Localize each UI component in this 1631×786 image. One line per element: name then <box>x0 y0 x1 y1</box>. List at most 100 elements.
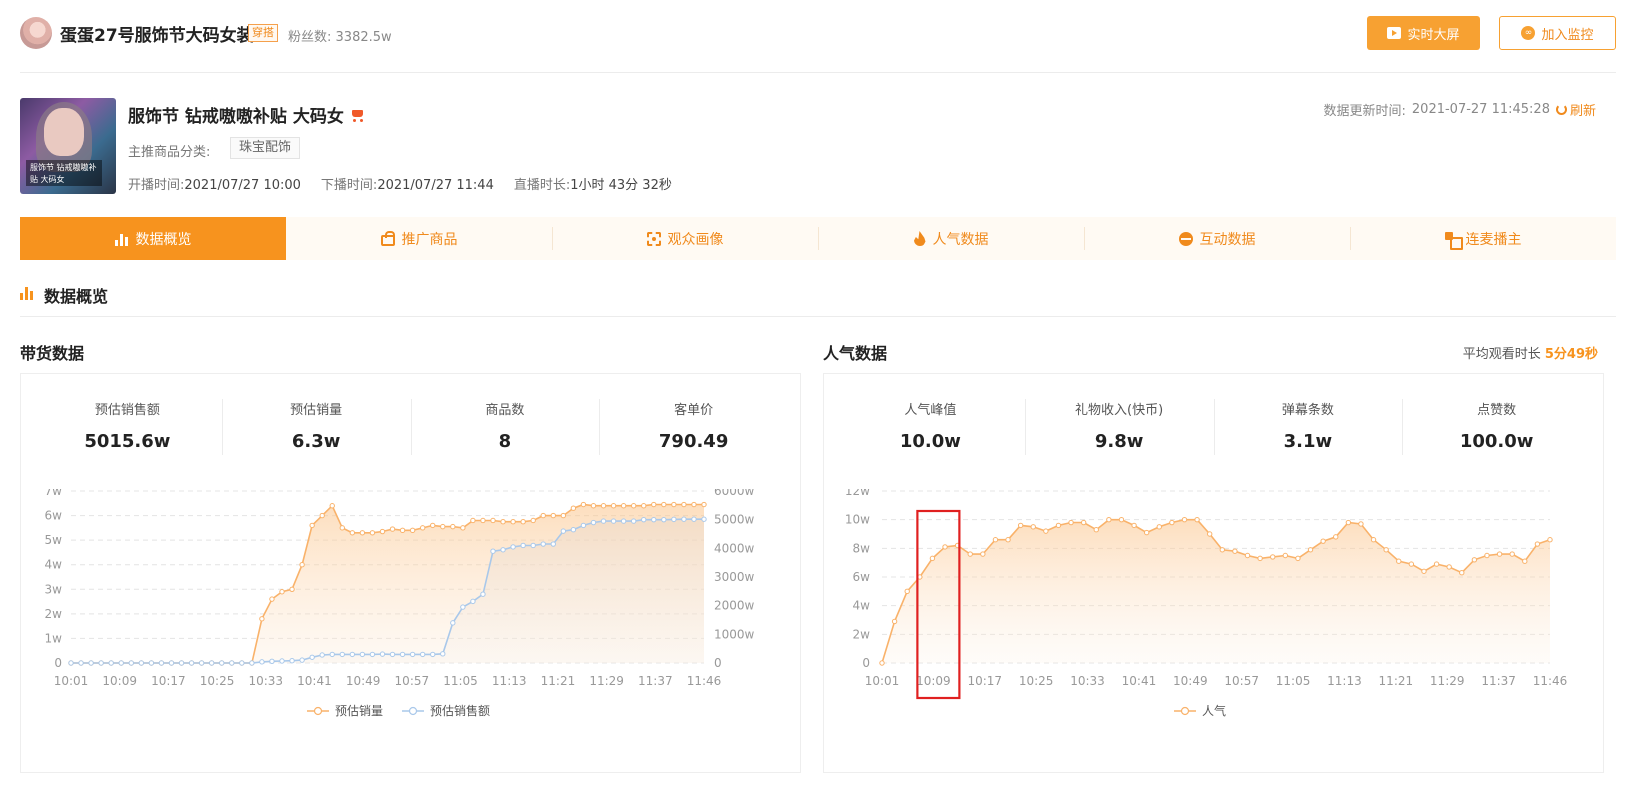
y-tick-right: 5000w <box>714 513 755 527</box>
series-popularity-point <box>1169 519 1175 526</box>
series-popularity-point <box>1383 547 1389 553</box>
live-cover-image[interactable]: 服饰节 钻戒嗷嗷补贴 大码女 <box>20 98 116 194</box>
tab-audience[interactable]: 观众画像 <box>552 217 818 260</box>
series-sales-volume-point <box>349 530 356 536</box>
update-value: 2021-07-27 11:45:28 <box>1411 102 1550 117</box>
avatar[interactable] <box>20 17 52 49</box>
series-sales-amount-point <box>229 660 235 666</box>
series-sales-amount-point <box>500 547 506 553</box>
series-sales-volume-point <box>570 505 577 511</box>
series-sales-volume-point <box>590 503 597 509</box>
series-sales-amount-point <box>108 660 114 666</box>
stat-label: 礼物收入(快币) <box>1075 403 1164 418</box>
tv-play-icon <box>1387 27 1402 39</box>
series-popularity-point <box>1181 516 1188 523</box>
avg-watch-time: 平均观看时长 5分49秒 <box>1463 343 1598 362</box>
bar-chart-icon <box>114 232 129 246</box>
series-sales-amount-point <box>460 604 466 610</box>
series-sales-volume-point <box>661 501 667 508</box>
popularity-stats: 人气峰值 10.0w 礼物收入(快币) 9.8w 弹幕条数 3.1w 点赞数 1… <box>824 397 1603 457</box>
cover-caption: 服饰节 钻戒嗷嗷补贴 大码女 <box>26 160 102 186</box>
series-popularity-point <box>1547 537 1553 543</box>
series-popularity-point <box>929 555 936 562</box>
legend-popularity-label: 人气 <box>1202 703 1226 718</box>
stat-value: 790.49 <box>658 431 729 452</box>
series-sales-amount-point <box>269 658 275 664</box>
end-time-value: 2021/07/27 11:44 <box>377 178 494 193</box>
anchor-name[interactable]: 蛋蛋27号服饰节大码女装 <box>60 21 254 46</box>
series-popularity-point <box>1005 537 1011 543</box>
live-title: 服饰节 钻戒嗷嗷补贴 大码女 <box>128 102 366 127</box>
stat-value: 9.8w <box>1094 431 1144 452</box>
series-sales-amount-point <box>369 651 376 658</box>
y-tick: 0 <box>862 656 870 670</box>
tab-co-host[interactable]: 连麦播主 <box>1350 217 1616 260</box>
series-sales-amount-point <box>570 527 577 533</box>
series-sales-amount-point <box>339 651 345 658</box>
series-sales-amount-point <box>78 660 84 666</box>
series-popularity-point <box>1080 519 1087 526</box>
series-sales-amount-point <box>198 660 205 666</box>
refresh-button[interactable]: 刷新 <box>1555 100 1596 119</box>
y-tick-left: 3w <box>45 582 63 596</box>
cart-icon <box>350 108 366 122</box>
series-popularity-point <box>1030 524 1036 530</box>
series-sales-amount-point <box>430 651 436 658</box>
refresh-icon <box>1555 104 1567 115</box>
series-sales-amount-point <box>520 542 526 549</box>
avg-watch-value: 5分49秒 <box>1544 347 1598 362</box>
tab-overview[interactable]: 数据概览 <box>20 217 286 260</box>
series-sales-amount-point <box>630 518 637 524</box>
tab-bar: 数据概览 推广商品 观众画像 人气数据 互动数据 连麦播主 <box>20 217 1616 260</box>
add-monitor-button[interactable]: ∞ 加入监控 <box>1499 16 1616 50</box>
y-tick-right: 6000w <box>714 489 755 498</box>
series-popularity-point <box>1509 551 1515 557</box>
tab-interaction[interactable]: 互动数据 <box>1084 217 1350 260</box>
x-tick: 10:25 <box>1019 674 1054 688</box>
y-tick-left: 7w <box>45 489 63 498</box>
series-sales-volume-point <box>600 503 607 509</box>
y-tick-right: 0 <box>714 656 722 670</box>
y-tick: 2w <box>853 627 871 641</box>
section-heading: 数据概览 <box>20 283 1616 317</box>
series-sales-amount-point <box>128 660 134 666</box>
y-tick-left: 2w <box>45 607 63 621</box>
series-sales-volume-point <box>540 512 546 519</box>
x-tick: 10:01 <box>54 674 89 688</box>
y-tick: 10w <box>845 513 870 527</box>
live-times: 开播时间:2021/07/27 10:00 下播时间:2021/07/27 11… <box>128 174 672 193</box>
series-popularity-point <box>1408 561 1415 567</box>
stat-label: 商品数 <box>485 403 525 418</box>
series-sales-amount-point <box>610 518 617 524</box>
series-popularity-point <box>1156 524 1162 530</box>
tab-label: 观众画像 <box>667 231 724 248</box>
series-sales-amount-point <box>681 516 687 522</box>
series-sales-volume-point <box>379 528 386 535</box>
series-sales-amount-point <box>510 544 516 550</box>
update-info: 数据更新时间: 2021-07-27 11:45:28 刷新 <box>1324 100 1596 119</box>
series-popularity-point <box>879 660 885 666</box>
sales-line-chart[interactable]: 0 1w 2w 3w 4w 5w 6w 7w 0 1000w 2000w 3000w 4000w 5000… <box>21 489 800 759</box>
x-tick: 10:17 <box>967 674 1002 688</box>
stat-value: 6.3w <box>291 431 341 452</box>
series-popularity-point <box>1017 522 1024 529</box>
legend-popularity-marker <box>1180 706 1190 716</box>
series-sales-volume-point <box>269 596 275 602</box>
series-popularity-point <box>904 588 910 595</box>
stat-product-count: 商品数 8 <box>410 397 600 457</box>
series-sales-amount-point <box>319 652 325 658</box>
x-tick: 11:21 <box>541 674 576 688</box>
tab-products[interactable]: 推广商品 <box>286 217 552 260</box>
series-sales-amount-point <box>299 657 305 663</box>
series-popularity-point <box>1043 528 1049 534</box>
series-sales-volume-point <box>470 517 476 524</box>
update-label: 数据更新时间: <box>1323 104 1406 119</box>
stat-label: 客单价 <box>674 403 714 418</box>
series-sales-amount-point <box>480 591 486 597</box>
popularity-line-chart[interactable]: 0 2w 4w 6w 8w 10w 12w 10:01 10:09 10:17 10:25 10:33… <box>824 489 1603 759</box>
live-screen-button[interactable]: 实时大屏 <box>1367 16 1480 50</box>
y-tick-left: 0 <box>54 656 62 670</box>
avg-watch-label: 平均观看时长 <box>1462 347 1541 362</box>
tab-popularity[interactable]: 人气数据 <box>818 217 1084 260</box>
series-sales-amount-point <box>641 516 647 523</box>
